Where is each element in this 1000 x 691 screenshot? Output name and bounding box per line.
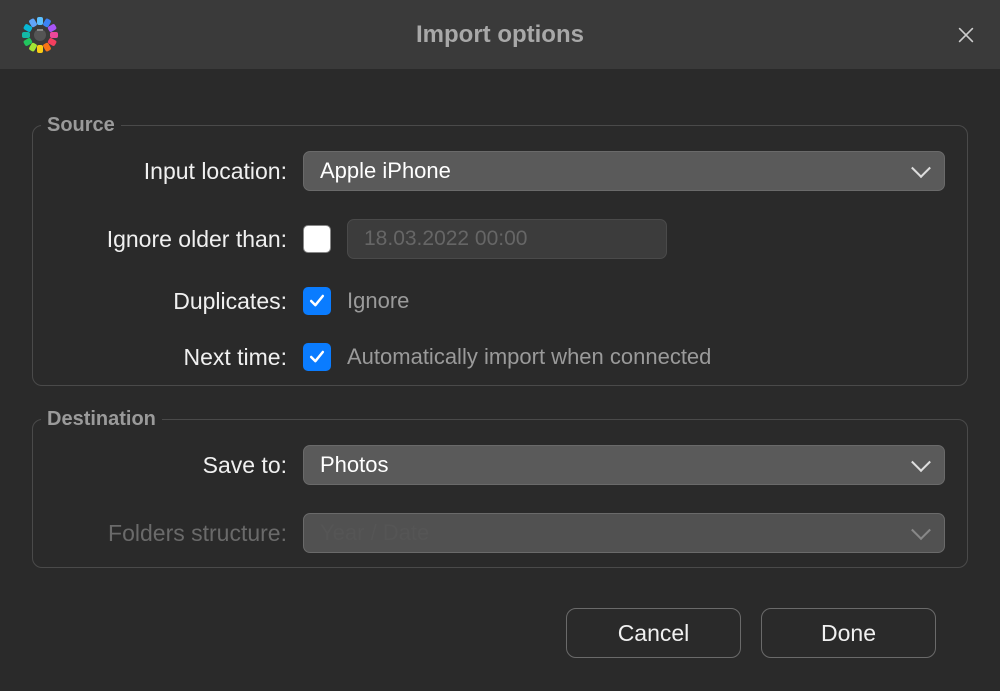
titlebar: Import options	[0, 0, 1000, 70]
dialog-footer: Cancel Done	[32, 590, 968, 658]
save-to-row: Save to: Photos	[33, 431, 967, 499]
duplicates-checkbox[interactable]	[303, 287, 331, 315]
input-location-select[interactable]: Apple iPhone	[303, 151, 945, 191]
ignore-older-date-input[interactable]: 18.03.2022 00:00	[347, 219, 667, 259]
input-location-row: Input location: Apple iPhone	[33, 137, 967, 205]
ignore-older-checkbox[interactable]	[303, 225, 331, 253]
destination-legend: Destination	[41, 408, 162, 431]
duplicates-label: Duplicates:	[55, 288, 303, 315]
ignore-older-row: Ignore older than: 18.03.2022 00:00	[33, 205, 967, 273]
input-location-label: Input location:	[55, 158, 303, 185]
next-time-checkbox[interactable]	[303, 343, 331, 371]
duplicates-value: Ignore	[347, 288, 409, 314]
next-time-label: Next time:	[55, 344, 303, 371]
duplicates-row: Duplicates: Ignore	[33, 273, 967, 329]
close-button[interactable]	[952, 21, 980, 49]
folders-structure-value: Year / Date	[320, 520, 429, 546]
source-group: Source Input location: Apple iPhone Igno…	[32, 114, 968, 386]
ignore-older-label: Ignore older than:	[55, 226, 303, 253]
destination-group: Destination Save to: Photos Folders stru…	[32, 408, 968, 568]
window-title: Import options	[0, 21, 1000, 49]
folders-structure-label: Folders structure:	[55, 520, 303, 547]
next-time-row: Next time: Automatically import when con…	[33, 329, 967, 385]
close-icon	[955, 24, 977, 46]
folders-structure-row: Folders structure: Year / Date	[33, 499, 967, 567]
dialog-content: Source Input location: Apple iPhone Igno…	[0, 70, 1000, 658]
check-icon	[307, 291, 327, 311]
next-time-value: Automatically import when connected	[347, 344, 711, 370]
save-to-value: Photos	[320, 452, 389, 478]
app-icon	[20, 15, 60, 55]
folders-structure-select[interactable]: Year / Date	[303, 513, 945, 553]
source-legend: Source	[41, 114, 121, 137]
save-to-label: Save to:	[55, 452, 303, 479]
check-icon	[307, 347, 327, 367]
ignore-older-placeholder: 18.03.2022 00:00	[364, 227, 528, 251]
input-location-value: Apple iPhone	[320, 158, 451, 184]
cancel-button[interactable]: Cancel	[566, 608, 741, 658]
done-button[interactable]: Done	[761, 608, 936, 658]
save-to-select[interactable]: Photos	[303, 445, 945, 485]
